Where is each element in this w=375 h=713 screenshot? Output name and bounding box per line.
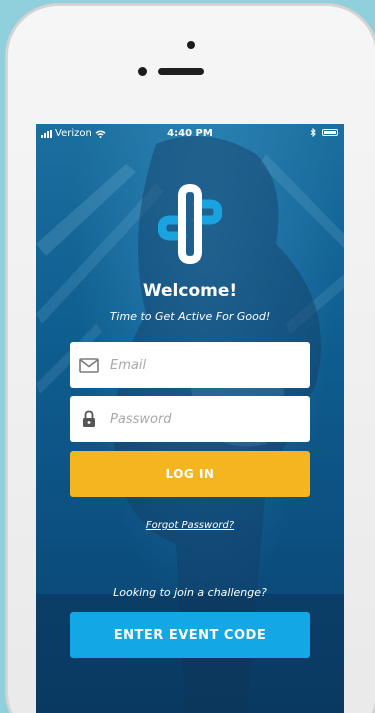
stage: Verizon 4:40 PM Welcome! Time to Get Act… [0,0,375,713]
password-input[interactable] [108,410,302,428]
proximity-sensor-icon [138,67,147,76]
email-field[interactable] [70,342,310,388]
status-bar: Verizon 4:40 PM [36,124,344,144]
front-camera-icon [187,41,195,49]
enter-event-code-button[interactable]: ENTER EVENT CODE [70,612,310,658]
envelope-icon [78,354,100,376]
earpiece-speaker [158,68,204,75]
bluetooth-icon [310,128,316,137]
status-right-group [310,128,338,137]
login-button[interactable]: LOG IN [70,451,310,497]
forgot-password-link[interactable]: Forgot Password? [36,520,344,531]
status-time: 4:40 PM [167,128,213,139]
join-challenge-prompt: Looking to join a challenge? [113,586,267,599]
email-input[interactable] [108,356,302,374]
plus-logo-icon [158,184,222,264]
welcome-heading: Welcome! [142,281,238,301]
battery-icon [322,129,338,136]
tagline: Time to Get Active For Good! [109,310,271,323]
padlock-icon [78,408,100,430]
password-field[interactable] [70,396,310,442]
app-screen: Verizon 4:40 PM Welcome! Time to Get Act… [36,124,344,713]
phone-frame: Verizon 4:40 PM Welcome! Time to Get Act… [6,4,375,713]
